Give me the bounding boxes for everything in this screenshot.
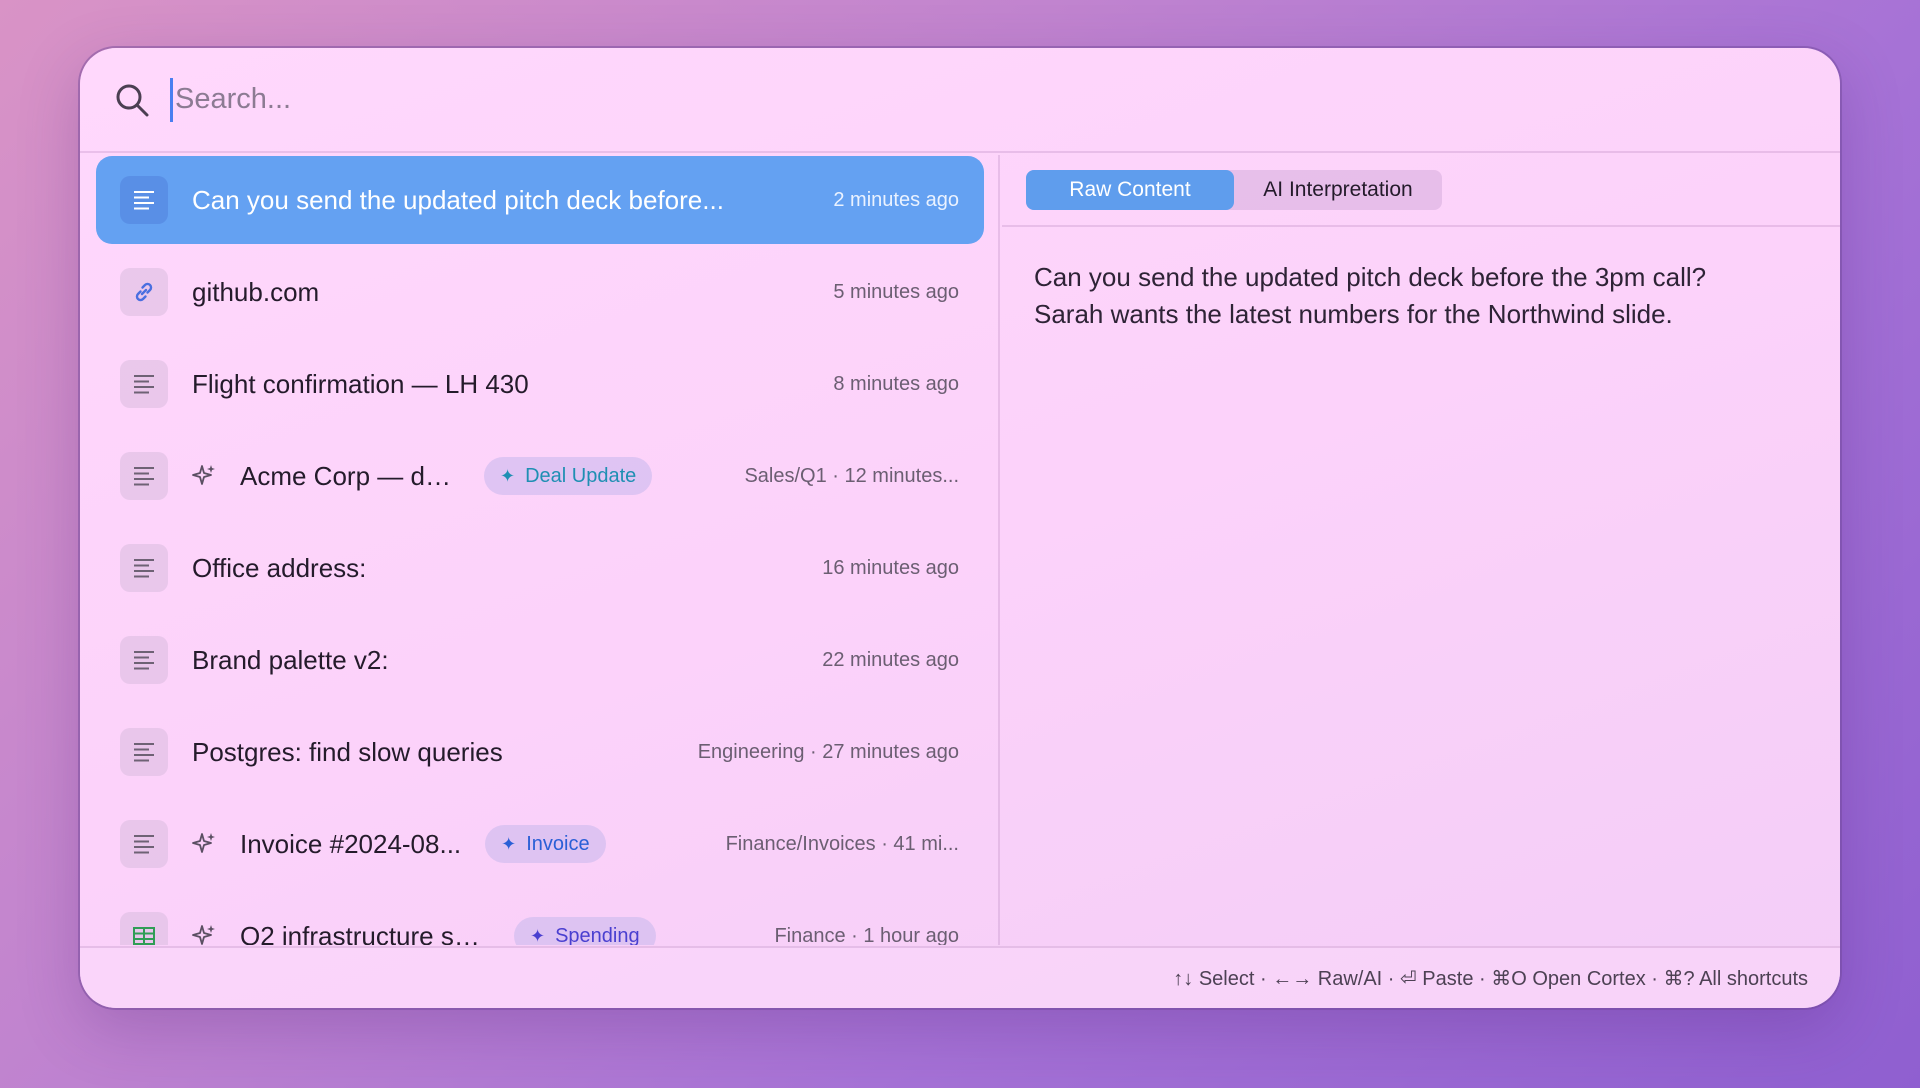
- item-meta: Sales/Q1 · 12 minutes...: [744, 464, 959, 487]
- item-title: github.com: [192, 276, 320, 307]
- list-item[interactable]: Postgres: find slow queries Engineering ·…: [96, 708, 984, 796]
- list-item[interactable]: Invoice #2024-08... ✦ Invoice Finance/Invoi…: [96, 800, 984, 888]
- category-tag[interactable]: ✦ Spending: [514, 917, 656, 945]
- item-title: Acme Corp — de...: [240, 460, 460, 491]
- text-lines-icon: [120, 360, 168, 408]
- item-title: Invoice #2024-08...: [240, 828, 462, 859]
- tag-sparkle-icon: ✦: [501, 833, 517, 854]
- tab-ai-interpretation[interactable]: AI Interpretation: [1234, 170, 1442, 210]
- item-meta: 5 minutes ago: [833, 280, 959, 303]
- ai-sparkle-icon: [192, 925, 215, 945]
- tag-sparkle-icon: ✦: [530, 925, 546, 946]
- item-title: Office address:: [192, 552, 367, 583]
- item-title: Can you send the updated pitch deck befo…: [192, 184, 724, 215]
- text-lines-icon: [120, 820, 168, 868]
- list-item[interactable]: Flight confirmation — LH 430 8 minutes ag…: [96, 340, 984, 428]
- list-item[interactable]: Office address: 16 minutes ago: [96, 524, 984, 612]
- text-lines-icon: [120, 544, 168, 592]
- item-title: Flight confirmation — LH 430: [192, 368, 529, 399]
- text-lines-icon: [120, 452, 168, 500]
- list-item[interactable]: Can you send the updated pitch deck befo…: [96, 156, 984, 244]
- search-icon: [116, 84, 149, 116]
- link-icon: [120, 268, 168, 316]
- list-item[interactable]: Brand palette v2: 22 minutes ago: [96, 616, 984, 704]
- item-meta: Finance/Invoices · 41 mi...: [725, 832, 959, 855]
- item-title: Postgres: find slow queries: [192, 736, 503, 767]
- clipboard-history-list[interactable]: Can you send the updated pitch deck befo…: [80, 155, 1000, 945]
- search-input[interactable]: [170, 77, 1670, 122]
- tag-label: Spending: [555, 924, 640, 946]
- tag-label: Invoice: [526, 832, 590, 855]
- text-lines-icon: [120, 176, 168, 224]
- list-item[interactable]: Acme Corp — de... ✦ Deal Update Sales/Q1 · …: [96, 432, 984, 520]
- item-title: Q2 infrastructure spe...: [240, 920, 490, 946]
- category-tag[interactable]: ✦ Invoice: [485, 825, 606, 863]
- text-lines-icon: [120, 728, 168, 776]
- launcher-window: Can you send the updated pitch deck befo…: [80, 48, 1840, 1008]
- item-meta: 22 minutes ago: [822, 648, 959, 671]
- detail-pane: Raw Content AI Interpretation Can you se…: [1002, 155, 1840, 945]
- content-line: Sarah wants the latest numbers for the N…: [1034, 299, 1673, 329]
- search-bar: [80, 48, 1840, 153]
- view-toggle: Raw Content AI Interpretation: [1026, 170, 1442, 210]
- item-title: Brand palette v2:: [192, 644, 389, 675]
- tab-raw-content[interactable]: Raw Content: [1026, 170, 1234, 210]
- shortcut-hints-text: ↑↓ Select · ←→ Raw/AI · ⏎ Paste · ⌘O Ope…: [1173, 967, 1808, 990]
- shortcut-hints: ↑↓ Select · ←→ Raw/AI · ⏎ Paste · ⌘O Ope…: [80, 946, 1840, 1008]
- list-item[interactable]: Q2 infrastructure spe... ✦ Spending Finance…: [96, 892, 984, 945]
- detail-tabs-bar: Raw Content AI Interpretation: [1002, 155, 1840, 227]
- raw-content-text: Can you send the updated pitch deck befo…: [1002, 227, 1840, 365]
- category-tag[interactable]: ✦ Deal Update: [484, 457, 653, 495]
- text-lines-icon: [120, 636, 168, 684]
- ai-sparkle-icon: [192, 833, 215, 853]
- ai-sparkle-icon: [192, 465, 215, 485]
- item-meta: Engineering · 27 minutes ago: [697, 740, 959, 763]
- item-meta: 2 minutes ago: [833, 188, 959, 211]
- content-line: Can you send the updated pitch deck befo…: [1034, 262, 1707, 292]
- tag-label: Deal Update: [525, 464, 637, 487]
- table-icon: [120, 912, 168, 945]
- tag-sparkle-icon: ✦: [500, 465, 516, 486]
- list-item[interactable]: github.com 5 minutes ago: [96, 248, 984, 336]
- item-meta: Finance · 1 hour ago: [774, 924, 959, 946]
- item-meta: 8 minutes ago: [833, 372, 959, 395]
- item-meta: 16 minutes ago: [822, 556, 959, 579]
